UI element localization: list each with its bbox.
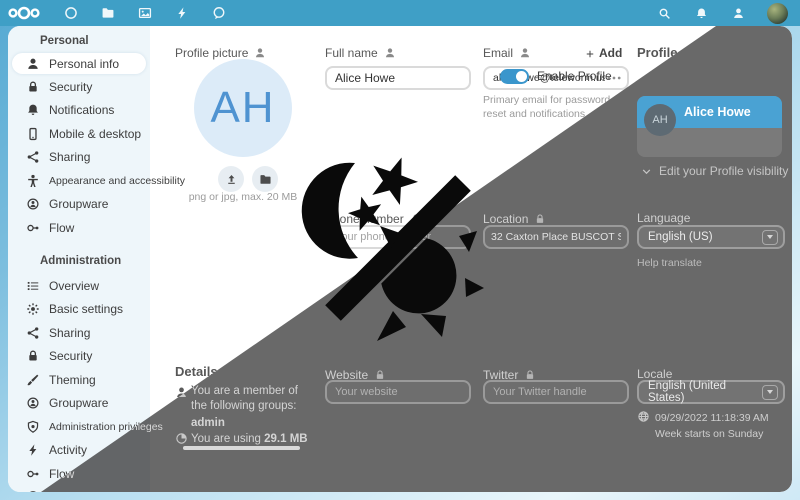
sun-ray [465, 278, 484, 297]
list-icon [26, 279, 40, 293]
enable-profile-label: Enable Profile [537, 69, 612, 83]
upload-icon [225, 173, 238, 186]
bolt-icon [26, 443, 40, 457]
scope-icon[interactable] [519, 47, 531, 59]
sidebar-item-notifications[interactable]: Notifications [12, 100, 146, 121]
sidebar-item-mobile-desktop[interactable]: Mobile & desktop [12, 123, 146, 144]
dark-mode-slash-icon [300, 150, 495, 350]
profile-picture-avatar[interactable]: AH [194, 59, 292, 157]
full-name-input[interactable] [325, 66, 471, 90]
gear-icon [26, 302, 40, 316]
globe-icon [637, 410, 650, 423]
locale-select[interactable]: English (United States) [637, 380, 785, 404]
shield-icon [26, 420, 40, 434]
sun-ray [459, 231, 477, 252]
chevron-down-icon [762, 230, 778, 245]
week-start-note: Week starts on Sunday [655, 427, 763, 441]
location-input[interactable] [483, 225, 629, 249]
upload-avatar-button[interactable] [218, 166, 244, 192]
profile-preview-card: AH Alice Howe [637, 96, 782, 157]
person-icon [26, 57, 40, 71]
star-icon [348, 197, 381, 231]
activity-app-icon[interactable] [175, 6, 189, 20]
scope-icon[interactable] [384, 47, 396, 59]
email-label: Email [483, 46, 531, 60]
language-label: Language [637, 211, 690, 225]
sidebar-item-theming[interactable]: Theming [12, 369, 146, 390]
groupware-icon [26, 197, 40, 211]
add-email-button[interactable]: Add [585, 46, 622, 60]
sidebar-item-admin-sharing[interactable]: Sharing [12, 322, 146, 343]
chevron-down-icon [762, 385, 778, 400]
user-avatar[interactable] [767, 3, 788, 24]
sidebar-item-flow[interactable]: Flow [12, 217, 146, 238]
sidebar-section-administration: Administration [40, 255, 121, 267]
contacts-icon[interactable] [732, 7, 745, 20]
plus-icon [585, 48, 595, 58]
profile-picture-label: Profile picture [175, 46, 266, 60]
nextcloud-logo-icon[interactable] [7, 4, 41, 22]
chevron-down-icon [641, 166, 652, 177]
share-icon [26, 326, 40, 340]
avatar-hint: png or jpg, max. 20 MB [173, 190, 313, 204]
sidebar-item-sharing[interactable]: Sharing [12, 147, 146, 168]
accessibility-icon [26, 174, 40, 188]
top-header-bar [0, 0, 800, 26]
folder-icon [259, 173, 272, 186]
photos-app-icon[interactable] [138, 6, 152, 20]
scope-icon[interactable] [254, 47, 266, 59]
dashboard-app-icon[interactable] [64, 6, 78, 20]
sidebar-item-admin-groupware[interactable]: Groupware [12, 393, 146, 414]
sidebar-item-basic-settings[interactable]: Basic settings [12, 299, 146, 320]
search-icon[interactable] [658, 7, 671, 20]
groupware-icon [26, 396, 40, 410]
current-datetime: 09/29/2022 11:18:39 AM [655, 411, 769, 425]
lock-scope-icon[interactable] [534, 213, 546, 225]
edit-profile-visibility-link[interactable]: Edit your Profile visibility [641, 164, 788, 178]
profile-card-avatar: AH [644, 104, 676, 136]
lock-icon [26, 80, 40, 94]
flow-icon [26, 221, 40, 235]
mobile-icon [26, 127, 40, 141]
website-input[interactable] [325, 380, 471, 404]
groups-text: You are a member of the following groups… [191, 384, 311, 414]
sun-ray [377, 311, 406, 341]
group-name: admin [191, 416, 225, 431]
circle-icon [26, 490, 40, 493]
talk-app-icon[interactable] [212, 6, 226, 20]
language-select[interactable]: English (US) [637, 225, 785, 249]
crescent-moon-icon [302, 163, 358, 259]
quota-text: You are using 29.1 MB [191, 432, 308, 447]
brush-icon [26, 373, 40, 387]
help-translate-link[interactable]: Help translate [637, 256, 702, 270]
sidebar-item-security[interactable]: Security [12, 76, 146, 97]
quota-icon [175, 432, 188, 445]
sidebar-item-overview[interactable]: Overview [12, 275, 146, 296]
nextcloud-settings-page: { "colors":{"header":"#3f9fc6","accent":… [0, 0, 800, 500]
settings-sidebar: Personal Personal info Security Notifica… [8, 26, 150, 492]
twitter-input[interactable] [483, 380, 629, 404]
sidebar-item-groupware[interactable]: Groupware [12, 194, 146, 215]
sun-ray [421, 314, 446, 337]
sidebar-section-personal: Personal [40, 35, 89, 47]
profile-card-name: Alice Howe [684, 105, 751, 119]
enable-profile-toggle[interactable] [500, 69, 529, 84]
files-app-icon[interactable] [101, 6, 115, 20]
bell-icon [26, 103, 40, 117]
sidebar-item-personal-info[interactable]: Personal info [12, 53, 146, 74]
flow-icon [26, 467, 40, 481]
locale-label: Locale [637, 367, 672, 381]
full-name-label: Full name [325, 46, 396, 60]
notifications-bell-icon[interactable] [695, 7, 708, 20]
sidebar-item-appearance[interactable]: Appearance and accessibility [12, 170, 146, 191]
sidebar-item-admin-security[interactable]: Security [12, 346, 146, 367]
choose-from-files-button[interactable] [252, 166, 278, 192]
share-icon [26, 150, 40, 164]
lock-icon [26, 349, 40, 363]
quota-progress-bar [183, 446, 300, 450]
star-icon [372, 158, 418, 206]
